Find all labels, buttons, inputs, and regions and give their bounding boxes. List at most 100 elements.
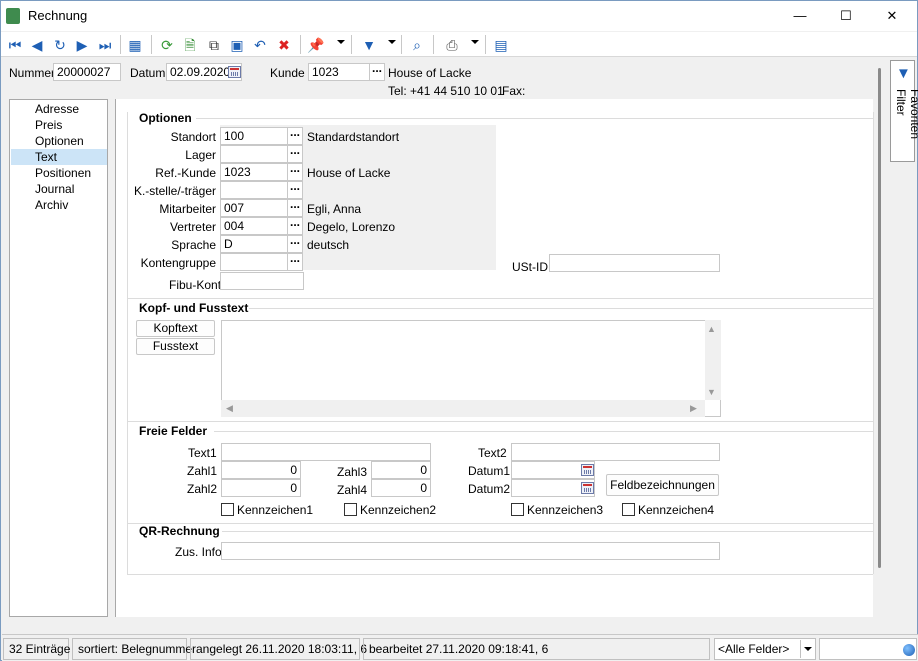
previous-record-icon[interactable]: ◀ (27, 35, 47, 55)
datum1-calendar-icon[interactable] (581, 464, 594, 476)
feldbezeichnungen-button[interactable]: Feldbezeichnungen (606, 474, 719, 496)
next-record-icon[interactable]: ▶ (72, 35, 92, 55)
optionen-label: Vertreter (169, 220, 216, 234)
optionen-field[interactable] (220, 145, 288, 163)
fibu-konto-label: Fibu-Konto (169, 278, 228, 292)
optionen-field[interactable]: D (220, 235, 288, 253)
close-button[interactable]: ✕ (869, 1, 915, 31)
optionen-description: Egli, Anna (307, 202, 362, 216)
zahl3-label: Zahl3 (337, 465, 368, 479)
delete-record-icon[interactable]: ✖ (274, 35, 294, 55)
table-view-icon[interactable]: ▦ (125, 35, 145, 55)
kennzeichen3-checkbox[interactable] (511, 503, 524, 516)
nav-item-archiv[interactable]: Archiv (11, 197, 107, 213)
text-editor-hscrollbar[interactable] (221, 400, 705, 417)
scroll-up-icon[interactable]: ▲ (707, 324, 716, 334)
maximize-button[interactable]: ☐ (823, 1, 869, 31)
optionen-description: Degelo, Lorenzo (307, 220, 396, 234)
scroll-right-icon[interactable]: ▶ (690, 403, 697, 414)
kunde-name: House of Lacke (388, 66, 472, 80)
text2-label: Text2 (478, 446, 507, 460)
print-dropdown-icon[interactable] (471, 40, 479, 44)
main-vscrollbar[interactable] (874, 58, 884, 633)
memo-icon[interactable]: ▤ (491, 35, 511, 55)
kennzeichen4-label: Kennzeichen4 (638, 503, 715, 517)
search-pointer-icon[interactable]: ⌕ (407, 35, 427, 55)
filter-icon[interactable]: ▼ (359, 35, 379, 55)
nummer-field[interactable]: 20000027 (53, 63, 121, 81)
kunde-lookup-button[interactable]: ... (369, 62, 385, 81)
nav-item-positionen[interactable]: Positionen (11, 165, 107, 181)
kennzeichen1-checkbox[interactable] (221, 503, 234, 516)
sort-status: sortiert: Belegnummer (72, 638, 196, 660)
optionen-label: Kontengruppe (140, 256, 216, 270)
optionen-field[interactable]: 100 (220, 127, 288, 145)
kennzeichen4-checkbox[interactable] (622, 503, 635, 516)
refresh-record-icon[interactable]: ↻ (50, 35, 70, 55)
datum2-calendar-icon[interactable] (581, 482, 594, 494)
kennzeichen1-label: Kennzeichen1 (237, 503, 314, 517)
zahl4-label: Zahl4 (337, 483, 368, 497)
lookup-button[interactable]: ... (287, 252, 303, 271)
optionen-label: Mitarbeiter (159, 202, 216, 216)
kennzeichen3-label: Kennzeichen3 (527, 503, 604, 517)
document-header: Nummer 20000027 Datum 02.09.2020 Kunde 1… (2, 58, 882, 98)
copy-record-icon[interactable]: ⧉ (204, 35, 224, 55)
scroll-left-icon[interactable]: ◀ (226, 403, 233, 414)
zahl1-field[interactable]: 0 (221, 461, 301, 479)
filter-dropdown-icon[interactable] (388, 40, 396, 44)
zahl4-field[interactable]: 0 (371, 479, 431, 497)
toolbar: ⏮ ◀ ↻ ▶ ⏭ ▦ ⟳ 🗎 ⧉ ▣ ↶ ✖ 📌 ▼ ⌕ ⎙ ▤ (1, 32, 917, 57)
zahl3-field[interactable]: 0 (371, 461, 431, 479)
kunde-phone: Tel: +41 44 510 10 01 (388, 84, 504, 98)
field-select-dropdown-icon[interactable] (800, 640, 814, 658)
favoriten-filter-tab[interactable]: ▼ Favoriten Filter (890, 60, 918, 162)
kunde-field[interactable]: 1023 (308, 63, 370, 81)
zahl1-label: Zahl1 (187, 464, 218, 478)
text2-field[interactable] (511, 443, 720, 461)
reload-icon[interactable]: ⟳ (157, 35, 177, 55)
new-record-icon[interactable]: 🗎 (180, 35, 200, 55)
optionen-field[interactable]: 1023 (220, 163, 288, 181)
optionen-field[interactable]: 007 (220, 199, 288, 217)
calendar-icon[interactable] (228, 66, 241, 78)
zus-info-field[interactable] (221, 542, 720, 560)
nav-item-adresse[interactable]: Adresse (11, 101, 107, 117)
first-record-icon[interactable]: ⏮ (5, 35, 25, 55)
ustid-field[interactable] (549, 254, 720, 272)
scroll-down-icon[interactable]: ▼ (707, 387, 716, 397)
pin-dropdown-icon[interactable] (337, 40, 345, 44)
text1-label: Text1 (188, 446, 217, 460)
nav-item-optionen[interactable]: Optionen (11, 133, 107, 149)
nummer-label: Nummer (9, 66, 56, 80)
optionen-label: Ref.-Kunde (155, 166, 216, 180)
kennzeichen2-label: Kennzeichen2 (360, 503, 437, 517)
entries-count: 32 Einträge (3, 638, 70, 660)
title-bar: Rechnung — ☐ ✕ (1, 1, 917, 31)
kennzeichen2-checkbox[interactable] (344, 503, 357, 516)
optionen-label: Sprache (171, 238, 216, 252)
zahl2-field[interactable]: 0 (221, 479, 301, 497)
search-globe-icon[interactable] (903, 644, 915, 656)
optionen-field[interactable] (220, 181, 288, 199)
minimize-button[interactable]: — (777, 1, 823, 31)
nav-item-preis[interactable]: Preis (11, 117, 107, 133)
pin-icon[interactable]: 📌 (306, 35, 326, 55)
save-icon[interactable]: ▣ (227, 35, 247, 55)
optionen-field[interactable]: 004 (220, 217, 288, 235)
undo-icon[interactable]: ↶ (250, 35, 270, 55)
fibu-konto-field[interactable] (220, 272, 304, 290)
nav-item-journal[interactable]: Journal (11, 181, 107, 197)
last-record-icon[interactable]: ⏭ (95, 35, 115, 55)
ustid-label: USt-ID (512, 260, 548, 274)
optionen-field[interactable] (220, 253, 288, 271)
main-vscroll-thumb[interactable] (878, 68, 881, 568)
window: Rechnung — ☐ ✕ ⏮ ◀ ↻ ▶ ⏭ ▦ ⟳ 🗎 ⧉ ▣ ↶ ✖ 📌… (0, 0, 918, 661)
optionen-description: House of Lacke (307, 166, 391, 180)
nav-item-text[interactable]: Text (11, 149, 107, 165)
print-icon[interactable]: ⎙ (442, 35, 462, 55)
kopftext-button[interactable]: Kopftext (136, 320, 215, 337)
optionen-label: Standort (170, 130, 216, 144)
fusstext-button[interactable]: Fusstext (136, 338, 215, 355)
text1-field[interactable] (221, 443, 431, 461)
